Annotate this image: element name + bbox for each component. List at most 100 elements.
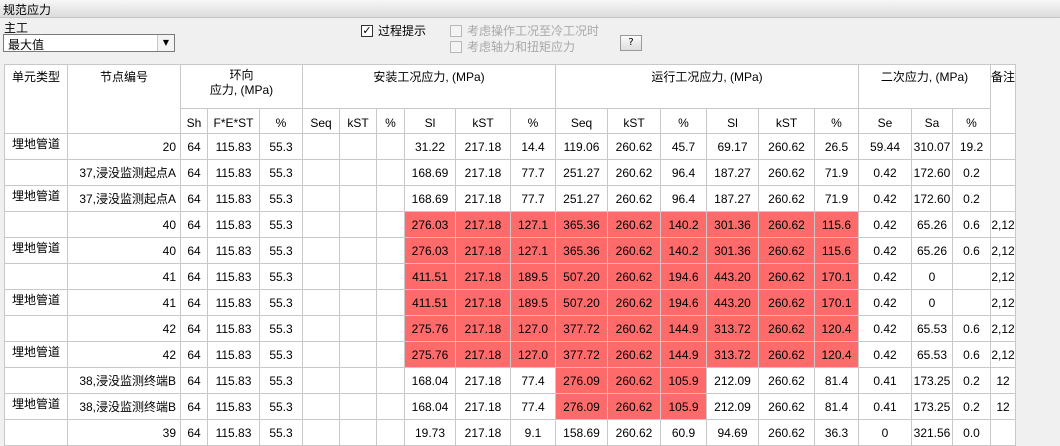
table-row[interactable]: 埋地管道 41 64 115.83 55.3 411.51 217.18 189.5 507.2… <box>4 289 1017 316</box>
table-row[interactable]: 40 64 115.83 55.3 276.03 217.18 127.1 365.36 260… <box>4 211 1017 238</box>
table-cell: 172.60 <box>911 159 953 186</box>
table-cell: 0.6 <box>952 211 991 238</box>
table-row[interactable]: 38,浸没监测终端B 64 115.83 55.3 168.04 217.18 77.4 27… <box>4 367 1017 394</box>
table-cell: 55.3 <box>259 315 303 342</box>
help-button[interactable]: ? <box>620 35 642 51</box>
table-cell <box>302 263 340 290</box>
col-subheader[interactable]: kST <box>339 108 377 134</box>
table-cell: 276.09 <box>555 393 608 420</box>
table-cell <box>302 133 340 160</box>
col-subheader[interactable]: kST <box>758 108 815 134</box>
cell-element-type: 埋地管道 <box>4 341 68 368</box>
col-subheader[interactable]: Sa <box>911 108 953 134</box>
table-cell <box>339 237 377 264</box>
col-header-element-type[interactable]: 单元类型 <box>4 64 68 134</box>
table-cell: 313.72 <box>706 315 759 342</box>
table-cell: 2,12 <box>989 211 1017 238</box>
table-cell: 65.53 <box>911 341 953 368</box>
table-row[interactable]: 41 64 115.83 55.3 411.51 217.18 189.5 507.20 260… <box>4 263 1017 290</box>
col-subheader[interactable]: % <box>952 108 991 134</box>
table-cell: 0.41 <box>858 393 912 420</box>
table-row[interactable]: 39 64 115.83 55.3 19.73 217.18 9.1 158.69 260.62… <box>4 419 1017 446</box>
table-cell: 144.9 <box>660 341 707 368</box>
checkbox-box[interactable]: ✓ <box>361 24 373 37</box>
process-hint-checkbox[interactable]: ✓ 过程提示 <box>361 22 426 39</box>
col-subheader[interactable]: % <box>814 108 859 134</box>
table-cell: 217.18 <box>455 159 511 186</box>
col-subheader[interactable]: Se <box>858 108 912 134</box>
table-row[interactable]: 埋地管道 42 64 115.83 55.3 275.76 217.18 127.0 377.7… <box>4 341 1017 368</box>
table-cell: 77.7 <box>510 159 556 186</box>
table-cell: 0.6 <box>952 237 991 264</box>
table-cell: 77.7 <box>510 185 556 212</box>
table-cell: 120.4 <box>814 341 859 368</box>
col-subheader[interactable]: kST <box>455 108 511 134</box>
table-cell <box>989 185 1017 212</box>
table-row[interactable]: 埋地管道 38,浸没监测终端B 64 115.83 55.3 168.04 217.18 77… <box>4 393 1017 420</box>
col-subheader[interactable]: % <box>660 108 707 134</box>
table-cell: 0 <box>911 289 953 316</box>
checkbox-box[interactable] <box>450 24 462 37</box>
table-cell: 189.5 <box>510 263 556 290</box>
table-cell: 65.26 <box>911 237 953 264</box>
table-cell: 217.18 <box>455 315 511 342</box>
col-subheader[interactable]: Sl <box>404 108 456 134</box>
table-row[interactable]: 埋地管道 20 64 115.83 55.3 31.22 217.18 14.4 119.06 2… <box>4 133 1017 160</box>
table-cell: 115.83 <box>207 393 260 420</box>
table-cell: 96.4 <box>660 159 707 186</box>
table-cell: 260.62 <box>758 289 815 316</box>
table-cell: 217.18 <box>455 211 511 238</box>
table-cell: 2,12 <box>989 289 1017 316</box>
col-subheader[interactable]: % <box>376 108 405 134</box>
col-subheader[interactable]: Seq <box>302 108 340 134</box>
axial-torsion-checkbox[interactable]: 考虑轴力和扭矩应力 <box>450 38 575 55</box>
col-subheader[interactable]: Sh <box>180 108 208 134</box>
cell-element-type: 埋地管道 <box>4 133 68 160</box>
operating-to-cold-checkbox[interactable]: 考虑操作工况至冷工况时 <box>450 22 599 39</box>
col-subheader[interactable]: % <box>510 108 556 134</box>
cell-node-id: 42 <box>67 315 181 342</box>
table-cell: 0.6 <box>952 315 991 342</box>
chevron-down-icon[interactable]: ▼ <box>157 35 174 51</box>
table-cell: 0.41 <box>858 367 912 394</box>
col-header-remarks[interactable]: 备注 <box>989 64 1017 134</box>
table-cell: 19.2 <box>952 133 991 160</box>
table-cell <box>339 263 377 290</box>
table-cell: 64 <box>180 289 208 316</box>
checkbox-box[interactable] <box>450 40 462 53</box>
col-subheader[interactable]: kST <box>607 108 661 134</box>
table-cell <box>302 185 340 212</box>
col-subheader[interactable]: Sl <box>706 108 759 134</box>
table-cell: 260.62 <box>607 185 661 212</box>
table-row[interactable]: 埋地管道 40 64 115.83 55.3 276.03 217.18 127.1 365.3… <box>4 237 1017 264</box>
table-cell: 55.3 <box>259 211 303 238</box>
col-subheader[interactable]: F*E*ST <box>207 108 260 134</box>
table-row[interactable]: 37,浸没监测起点A 64 115.83 55.3 168.69 217.18 77.7 25… <box>4 159 1017 186</box>
table-row[interactable]: 42 64 115.83 55.3 275.76 217.18 127.0 377.72 260… <box>4 315 1017 342</box>
result-type-dropdown[interactable]: 最大值 ▼ <box>3 34 175 52</box>
table-row[interactable]: 埋地管道 37,浸没监测起点A 64 115.83 55.3 168.69 217.18 77… <box>4 185 1017 212</box>
table-cell: 115.6 <box>814 211 859 238</box>
cell-node-id: 40 <box>67 211 181 238</box>
table-cell: 127.1 <box>510 237 556 264</box>
table-cell: 9.1 <box>510 419 556 446</box>
cell-node-id: 41 <box>67 289 181 316</box>
cell-element-type: 埋地管道 <box>4 393 68 420</box>
table-cell <box>302 419 340 446</box>
table-cell: 217.18 <box>455 237 511 264</box>
cell-node-id: 38,浸没监测终端B <box>67 393 181 420</box>
table-cell: 310.07 <box>911 133 953 160</box>
col-subheader[interactable]: % <box>259 108 303 134</box>
table-cell: 115.83 <box>207 211 260 238</box>
table-cell: 55.3 <box>259 133 303 160</box>
table-cell: 251.27 <box>555 185 608 212</box>
col-subheader[interactable]: Seq <box>555 108 608 134</box>
table-cell: 115.83 <box>207 159 260 186</box>
table-cell: 140.2 <box>660 237 707 264</box>
table-cell <box>376 211 405 238</box>
table-cell: 55.3 <box>259 419 303 446</box>
table-cell: 260.62 <box>607 133 661 160</box>
table-cell: 217.18 <box>455 133 511 160</box>
col-header-operating-stress: 运行工况应力, (MPa) <box>555 64 859 109</box>
col-header-node-id[interactable]: 节点编号 <box>67 64 181 134</box>
